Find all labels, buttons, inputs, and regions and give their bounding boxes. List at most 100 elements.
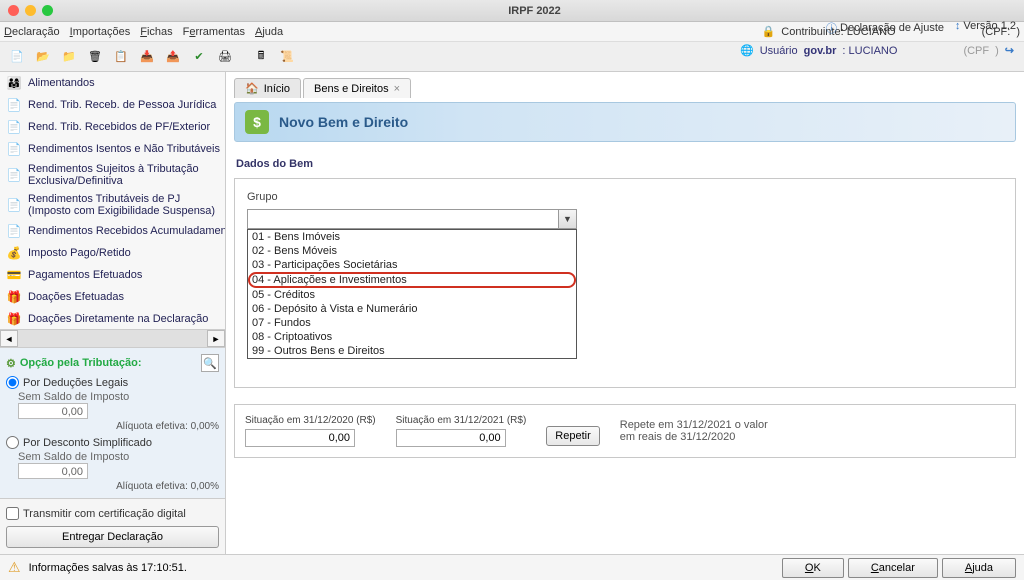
situ-2020-input[interactable]	[245, 429, 355, 447]
menu-declaracao[interactable]: Declaração	[4, 26, 60, 38]
open-icon[interactable]: 📂	[32, 46, 54, 68]
cancel-button[interactable]: Cancelar	[848, 558, 938, 578]
sidebar-item-label: Rendimentos Tributáveis de PJ (Imposto c…	[28, 193, 219, 217]
sidebar-item-label: Rendimentos Recebidos Acumuladamente	[28, 225, 225, 237]
chevron-down-icon[interactable]: ▼	[558, 210, 576, 228]
sidebar-icon: 📄	[6, 197, 22, 213]
aliq-2: Alíquota efetiva: 0,00%	[6, 479, 219, 494]
menu-ferramentas[interactable]: Ferramentas	[183, 26, 245, 38]
receipt-icon[interactable]: 📜	[276, 46, 298, 68]
logout-icon[interactable]: ↪	[1005, 44, 1014, 57]
sidebar-item-label: Doações Efetuadas	[28, 291, 124, 303]
check-icon[interactable]: ✔	[188, 46, 210, 68]
sidebar-item-10[interactable]: 🎁Doações Diretamente na Declaração	[0, 308, 225, 329]
sidebar-icon: 💰	[6, 245, 22, 261]
status-text: Informações salvas às 17:10:51.	[29, 562, 187, 574]
window-controls	[8, 5, 53, 16]
sidebar-icon: 💳	[6, 267, 22, 283]
sidebar-item-label: Rendimentos Sujeitos à Tributação Exclus…	[28, 163, 219, 187]
radio-simplificado[interactable]	[6, 436, 19, 449]
cpf-close: )	[1016, 26, 1020, 38]
sidebar-item-3[interactable]: 📄Rendimentos Isentos e Não Tributáveis	[0, 138, 225, 160]
grupo-option-0[interactable]: 01 - Bens Imóveis	[248, 230, 576, 244]
sidebar-item-label: Doações Diretamente na Declaração	[28, 313, 208, 325]
grupo-option-2[interactable]: 03 - Participações Societárias	[248, 258, 576, 272]
grupo-option-8[interactable]: 99 - Outros Bens e Direitos	[248, 344, 576, 358]
title-bar: IRPF 2022	[0, 0, 1024, 22]
menu-ajuda[interactable]: Ajuda	[255, 26, 283, 38]
delete-icon[interactable]: 🗑	[84, 46, 106, 68]
tab-bens-direitos[interactable]: Bens e Direitos ×	[303, 78, 411, 98]
version-label: ↕ Versão 1.2	[955, 20, 1016, 32]
ok-button[interactable]: OK	[782, 558, 844, 578]
page-title: Novo Bem e Direito	[279, 114, 408, 130]
sidebar-scroll: ◄ ►	[0, 329, 225, 347]
sidebar-item-label: Rend. Trib. Recebidos de PF/Exterior	[28, 121, 210, 133]
grupo-option-3[interactable]: 04 - Aplicações e Investimentos	[248, 272, 576, 288]
situ-2020-label: Situação em 31/12/2020 (R$)	[245, 415, 376, 426]
tax-gear-icon: ⚙	[6, 357, 16, 370]
copy-icon[interactable]: 📋	[110, 46, 132, 68]
sidebar-icon: 📄	[6, 119, 22, 135]
sidebar-item-5[interactable]: 📄 Rendimentos Tributáveis de PJ (Imposto …	[0, 190, 225, 220]
save-icon[interactable]: 📁	[58, 46, 80, 68]
tax-option-panel: ⚙ Opção pela Tributação: 🔍 Por Deduções …	[0, 347, 225, 498]
grupo-option-6[interactable]: 07 - Fundos	[248, 316, 576, 330]
scroll-right-icon[interactable]: ►	[207, 330, 225, 347]
sidebar-item-2[interactable]: 📄 Rend. Trib. Recebidos de PF/Exterior	[0, 116, 225, 138]
help-button[interactable]: Ajuda	[942, 558, 1016, 578]
sidebar-icon: 📄	[6, 141, 22, 157]
globe-icon: 🌐	[740, 44, 754, 57]
sidebar-item-4[interactable]: 📄Rendimentos Sujeitos à Tributação Exclu…	[0, 160, 225, 190]
tabs: 🏠 Início Bens e Direitos ×	[234, 78, 1016, 98]
maximize-window-icon[interactable]	[42, 5, 53, 16]
checkbox-cert-digital[interactable]	[6, 507, 19, 520]
sidebar-item-label: Rend. Trib. Receb. de Pessoa Jurídica	[28, 99, 216, 111]
minimize-window-icon[interactable]	[25, 5, 36, 16]
transmit-label: Transmitir com certificação digital	[23, 508, 186, 520]
user-bar: 🌐 Usuário gov.br : LUCIANO (CPF ) ↪	[740, 44, 1014, 57]
import-icon[interactable]: 📥	[136, 46, 158, 68]
repetir-button[interactable]: Repetir	[546, 426, 599, 446]
page-banner: $ Novo Bem e Direito	[234, 102, 1016, 142]
new-icon[interactable]: 📄	[6, 46, 28, 68]
declaration-type-badge: ⓘ Declaração de Ajuste	[826, 20, 944, 36]
tab-close-icon[interactable]: ×	[394, 83, 400, 95]
export-icon[interactable]: 📤	[162, 46, 184, 68]
close-window-icon[interactable]	[8, 5, 19, 16]
radio-deducoes[interactable]	[6, 376, 19, 389]
sidebar-item-0[interactable]: 👨‍👩‍👧Alimentandos	[0, 72, 225, 94]
grupo-option-4[interactable]: 05 - Créditos	[248, 288, 576, 302]
grupo-option-5[interactable]: 06 - Depósito à Vista e Numerário	[248, 302, 576, 316]
grupo-option-1[interactable]: 02 - Bens Móveis	[248, 244, 576, 258]
sidebar-item-label: Pagamentos Efetuados	[28, 269, 142, 281]
sidebar-item-6[interactable]: 📄Rendimentos Recebidos Acumuladamente	[0, 220, 225, 242]
grupo-option-7[interactable]: 08 - Criptoativos	[248, 330, 576, 344]
situ-2021-input[interactable]	[396, 429, 506, 447]
sidebar-item-9[interactable]: 🎁 Doações Efetuadas	[0, 286, 225, 308]
grupo-label: Grupo	[247, 191, 1003, 203]
sem-saldo-1: Sem Saldo de Imposto	[6, 391, 219, 403]
grupo-select[interactable]: ▼	[247, 209, 577, 229]
window-title: IRPF 2022	[53, 5, 1016, 17]
sidebar-item-1[interactable]: 📄 Rend. Trib. Receb. de Pessoa Jurídica	[0, 94, 225, 116]
tab-bens-label: Bens e Direitos	[314, 83, 389, 95]
scroll-track[interactable]	[18, 330, 207, 347]
sidebar-icon: 📄	[6, 97, 22, 113]
status-bar: ⚠ Informações salvas às 17:10:51. OK Can…	[0, 554, 1024, 580]
sidebar-item-7[interactable]: 💰Imposto Pago/Retido	[0, 242, 225, 264]
tab-inicio[interactable]: 🏠 Início	[234, 78, 301, 98]
sidebar-icon: 🎁	[6, 289, 22, 305]
menu-fichas[interactable]: Fichas	[140, 26, 172, 38]
entregar-button[interactable]: Entregar Declaração	[6, 526, 219, 548]
menu-importacoes[interactable]: Importações	[70, 26, 131, 38]
usuario-name: : LUCIANO	[842, 45, 897, 57]
lock-icon: 🔒	[762, 25, 776, 38]
sem-saldo-2: Sem Saldo de Imposto	[6, 451, 219, 463]
calc-icon[interactable]: 🖩	[250, 46, 272, 68]
scroll-left-icon[interactable]: ◄	[0, 330, 18, 347]
print-icon[interactable]: 🖨	[214, 46, 236, 68]
sidebar-item-8[interactable]: 💳 Pagamentos Efetuados	[0, 264, 225, 286]
tax-search-icon[interactable]: 🔍	[201, 354, 219, 372]
val-2: 0,00	[18, 463, 88, 479]
